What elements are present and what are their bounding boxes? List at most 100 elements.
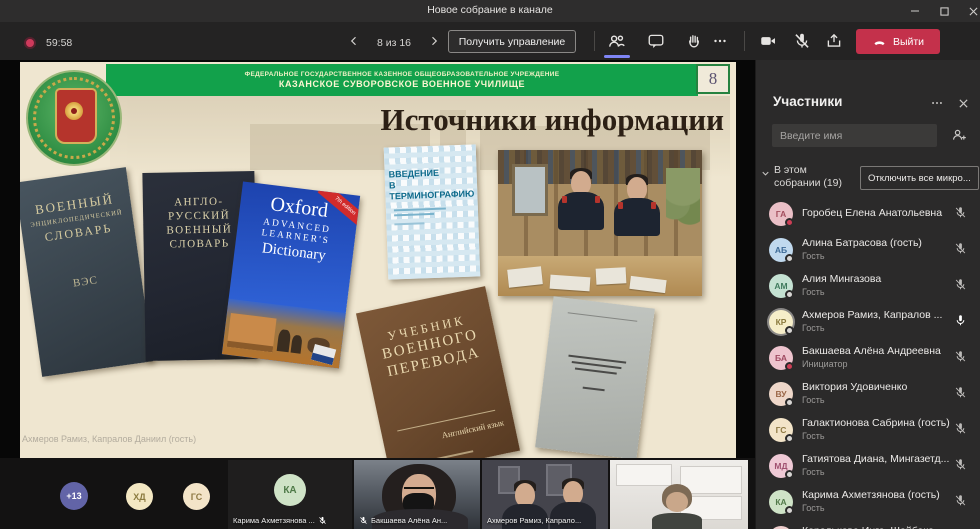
video-tile-akhmerov-kapralov[interactable]: Ахмеров Рамиз, Капрало...: [482, 460, 608, 529]
avatar-initials: БА: [775, 353, 787, 363]
participant-role: Гость: [802, 287, 825, 297]
participant-row[interactable]: БА Бакшаева Алёна Андреевна Инициатор: [756, 340, 980, 376]
video-tile-bakshaeva[interactable]: Бакшаева Алёна Ан...: [354, 460, 480, 529]
presence-badge: [785, 290, 794, 299]
raise-hand-icon[interactable]: [682, 30, 706, 52]
panel-more-options-icon[interactable]: [928, 96, 946, 110]
book-oxford-dictionary: 7th edition Oxford ADVANCED LEARNER'S Di…: [222, 181, 360, 368]
teams-meeting-window: Новое собрание в канале 59:58 8 из 16 По…: [0, 0, 980, 529]
participant-role: Гость: [802, 431, 825, 441]
leave-button-label: Выйти: [893, 36, 924, 48]
in-meeting-section-label: В этом собрании (19): [774, 164, 856, 190]
minimize-button[interactable]: [904, 3, 926, 19]
participant-row[interactable]: ГА Горобец Елена Анатольевна: [756, 196, 980, 232]
participant-row[interactable]: КР Ахмеров Рамиз, Капралов ... Гость: [756, 304, 980, 340]
participant-role: Гость: [802, 395, 825, 405]
book-monogram: ВЭС: [29, 268, 142, 295]
avatar-initials: КА: [283, 485, 296, 496]
next-slide-button[interactable]: [424, 31, 444, 51]
video-strip: +13 ХД ГС КА Карима Ахметзянова ...: [0, 458, 755, 529]
camera-icon[interactable]: [756, 30, 780, 52]
microphone-muted-icon[interactable]: [954, 386, 967, 399]
school-emblem-icon: [26, 70, 122, 166]
participant-role: Гость: [802, 503, 825, 513]
microphone-muted-icon[interactable]: [954, 422, 967, 435]
overflow-count: +13: [66, 491, 81, 501]
microphone-muted-icon: [318, 516, 327, 525]
participant-name: Алина Батрасова (гость): [802, 237, 950, 249]
more-actions-icon[interactable]: [708, 30, 732, 52]
add-person-icon[interactable]: [951, 127, 967, 143]
microphone-muted-icon[interactable]: [954, 494, 967, 507]
slide: ФЕДЕРАЛЬНОЕ ГОСУДАРСТВЕННОЕ КАЗЕННОЕ ОБЩ…: [20, 62, 736, 458]
book-title-line: АНГЛО-: [143, 195, 255, 209]
microphone-muted-icon: [359, 516, 368, 525]
participant-role: Гость: [802, 251, 825, 261]
participant-name: Королькова Инга, Шайбако...: [802, 525, 950, 529]
presence-badge: [785, 362, 794, 371]
take-control-button[interactable]: Получить управление: [448, 30, 576, 53]
avatar-initials: АМ: [774, 281, 787, 291]
participant-row[interactable]: АБ Алина Батрасова (гость) Гость: [756, 232, 980, 268]
meeting-toolbar: 59:58 8 из 16 Получить управление: [0, 22, 980, 60]
recording-indicator-icon: [24, 37, 36, 49]
leave-button[interactable]: Выйти: [856, 29, 940, 54]
presence-badge: [785, 506, 794, 515]
avatar-initials: АБ: [775, 245, 787, 255]
participant-name: Карима Ахметзянова (гость): [802, 489, 950, 501]
titlebar: Новое собрание в канале: [0, 0, 980, 22]
microphone-on-icon[interactable]: [954, 314, 967, 327]
participant-row[interactable]: МД Гатиятова Диана, Мингазетд... Гость: [756, 448, 980, 484]
section-chevron-icon[interactable]: [760, 168, 771, 179]
panel-close-icon[interactable]: [954, 96, 972, 110]
tile-name-label: Ахмеров Рамиз, Капрало...: [487, 516, 581, 525]
participants-icon[interactable]: [604, 30, 628, 52]
close-window-button[interactable]: [962, 3, 980, 19]
book-military-encyclopedic-dictionary: ВОЕННЫЙ ЭНЦИКЛОПЕДИЧЕСКИЙ СЛОВАРЬ ВЭС: [20, 167, 153, 377]
book-terminography-intro: ВВЕДЕНИЕ В ТЕРМИНОГРАФИЮ: [384, 144, 481, 279]
microphone-muted-icon[interactable]: [954, 350, 967, 363]
presentation-stage: ФЕДЕРАЛЬНОЕ ГОСУДАРСТВЕННОЕ КАЗЕННОЕ ОБЩ…: [0, 60, 755, 460]
avatar-initials: ГС: [776, 425, 787, 435]
prev-slide-button[interactable]: [344, 31, 364, 51]
participant-row[interactable]: АМ Алия Мингазова Гость: [756, 268, 980, 304]
avatar-initials: КР: [776, 317, 787, 327]
avatar-initials: МД: [774, 461, 787, 471]
slide-counter: 8 из 16: [366, 37, 422, 49]
microphone-muted-icon[interactable]: [954, 206, 967, 219]
participant-bubble[interactable]: ХД: [126, 483, 153, 510]
participants-panel: Участники В этом собрании (19) Отключить…: [755, 60, 980, 529]
participant-row[interactable]: ВУ Виктория Удовиченко Гость: [756, 376, 980, 412]
participant-name: Алия Мингазова: [802, 273, 950, 285]
toolbar-divider: [594, 31, 595, 51]
avatar-initials: ВУ: [775, 389, 786, 399]
participant-row[interactable]: КА Карима Ахметзянова (гость) Гость: [756, 484, 980, 520]
participant-row[interactable]: ГС Галактионова Сабрина (гость) Гость: [756, 412, 980, 448]
overflow-participants-badge[interactable]: +13: [60, 482, 88, 510]
slide-header-line1: ФЕДЕРАЛЬНОЕ ГОСУДАРСТВЕННОЕ КАЗЕННОЕ ОБЩ…: [245, 71, 560, 78]
video-tile-bright-room[interactable]: [610, 460, 748, 529]
presenter-watermark: Ахмеров Рамиз, Капралов Даниил (гость): [22, 434, 196, 444]
microphone-muted-icon[interactable]: [954, 278, 967, 291]
chat-icon[interactable]: [644, 30, 668, 52]
participant-name: Гатиятова Диана, Мингазетд...: [802, 453, 950, 465]
share-screen-icon[interactable]: [822, 30, 846, 52]
search-input[interactable]: [772, 124, 937, 147]
maximize-button[interactable]: [933, 3, 955, 19]
participant-bubble[interactable]: ГС: [183, 483, 210, 510]
book-subtitle: Английский язык: [441, 417, 505, 440]
microphone-muted-icon[interactable]: [790, 30, 814, 52]
mute-all-button[interactable]: Отключить все микро...: [860, 166, 979, 190]
participants-active-underline: [604, 55, 630, 58]
microphone-muted-icon[interactable]: [954, 458, 967, 471]
meeting-timer: 59:58: [46, 37, 72, 49]
avatar-initials: ХД: [133, 492, 145, 502]
meeting-title: Новое собрание в канале: [0, 4, 980, 16]
presence-badge: [785, 434, 794, 443]
participant-tile-initials[interactable]: КА Карима Ахметзянова ...: [228, 460, 352, 529]
microphone-muted-icon[interactable]: [954, 242, 967, 255]
presence-badge: [785, 470, 794, 479]
book-title-line: В ТЕРМИНОГРАФИЮ: [389, 177, 478, 202]
participant-row[interactable]: Королькова Инга, Шайбако...: [756, 520, 980, 529]
slide-header-band: ФЕДЕРАЛЬНОЕ ГОСУДАРСТВЕННОЕ КАЗЕННОЕ ОБЩ…: [106, 64, 698, 96]
